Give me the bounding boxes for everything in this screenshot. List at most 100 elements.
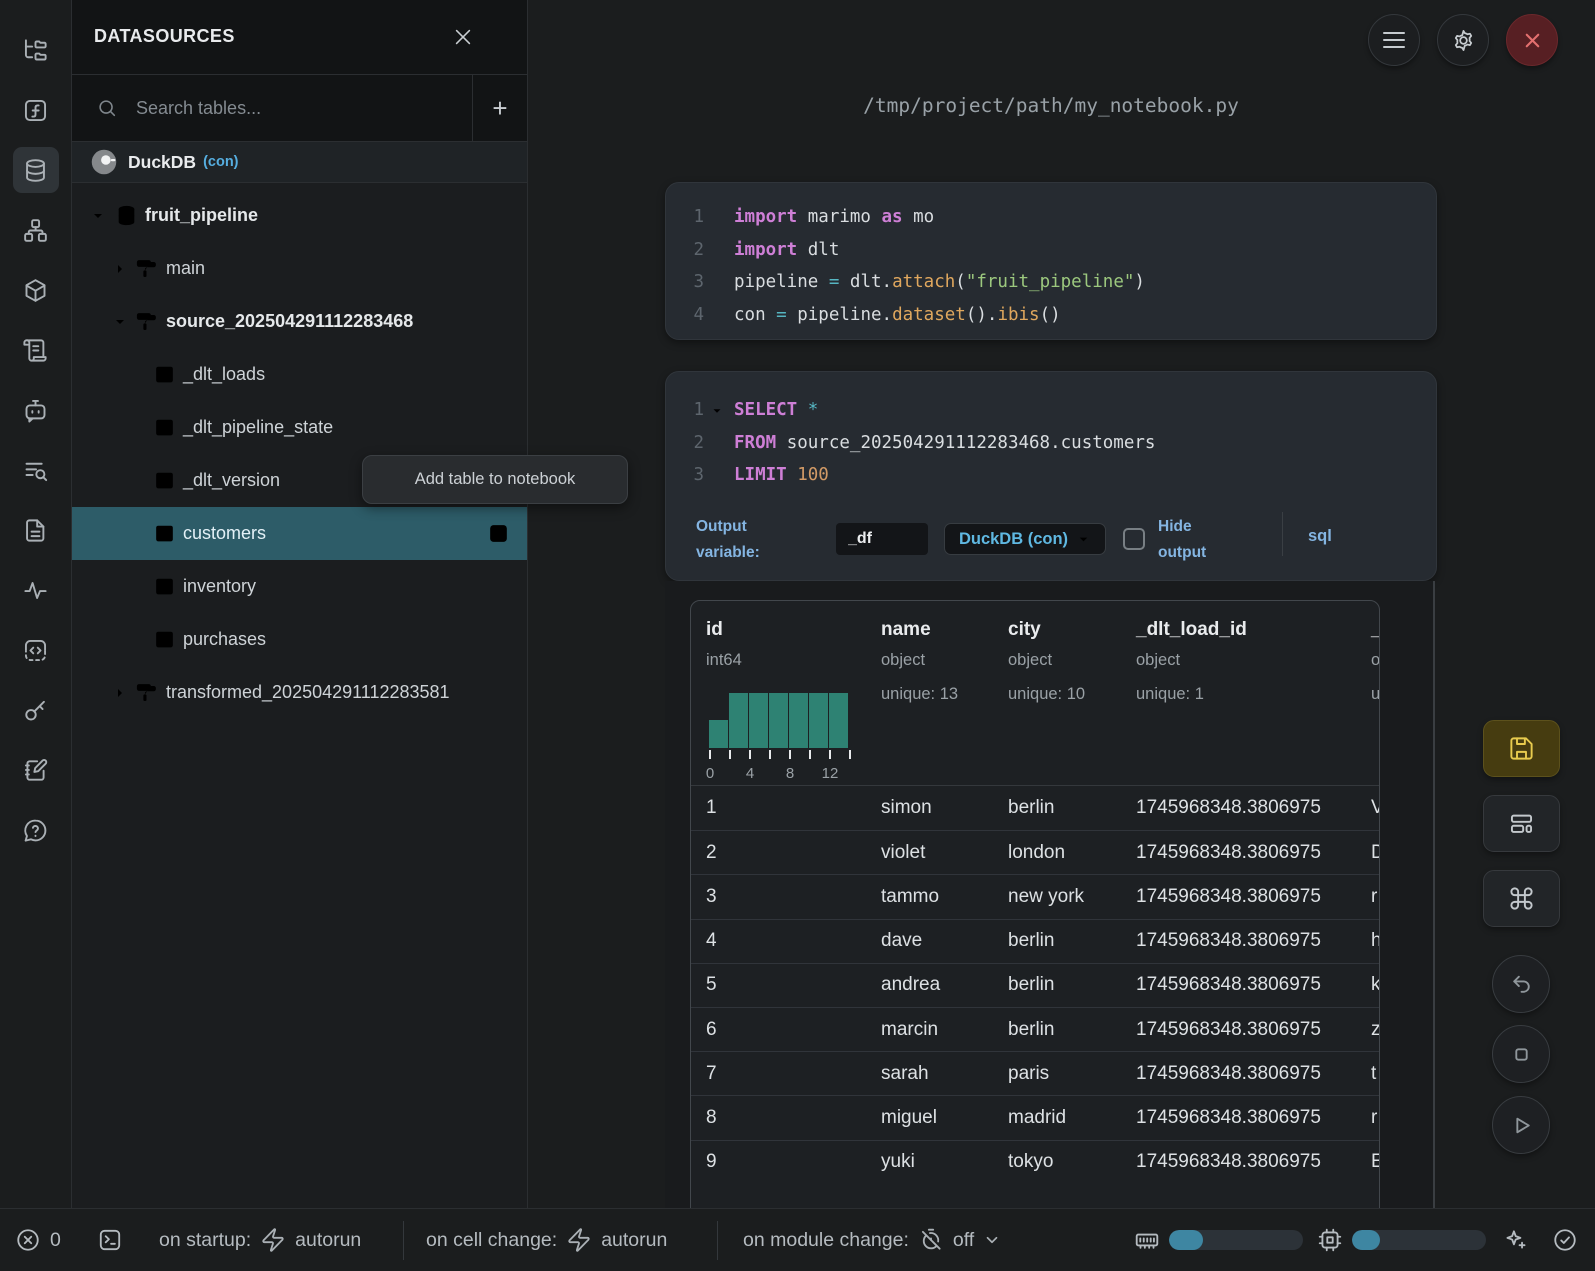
table-row[interactable]: 9yukitokyo1745968348.3806975E [691, 1140, 1379, 1184]
settings-button[interactable] [1437, 14, 1489, 66]
connection-status-button[interactable] [1552, 1227, 1578, 1253]
table-cell: k [1371, 974, 1380, 996]
timer-off-icon [918, 1227, 944, 1253]
hide-output-label[interactable]: Hide output [1158, 514, 1206, 566]
zap-icon [260, 1227, 286, 1253]
table-row[interactable]: 2violetlondon1745968348.3806975D [691, 830, 1379, 874]
menu-button[interactable] [1368, 14, 1420, 66]
table-row[interactable]: 8miguelmadrid1745968348.3806975r [691, 1095, 1379, 1139]
activity-item-square-code[interactable] [13, 627, 59, 673]
tree-item-fruit_pipeline[interactable]: fruit_pipeline [72, 189, 527, 242]
table-cell: tammo [881, 886, 1008, 908]
table-icon [152, 574, 177, 599]
save-button[interactable] [1483, 720, 1560, 777]
column-header-city[interactable]: cityobjectunique: 10 [1008, 601, 1136, 785]
run-button[interactable] [1492, 1096, 1550, 1154]
close-panel-icon[interactable] [452, 26, 474, 48]
activity-item-bot-message[interactable] [13, 387, 59, 433]
activity-item-file-text[interactable] [13, 507, 59, 553]
sql-cell[interactable]: 1SELECT *2FROM source_202504291112283468… [665, 371, 1437, 581]
save-icon [1508, 735, 1535, 762]
activity-item-message-question[interactable] [13, 807, 59, 853]
table-row[interactable]: 1simonberlin1745968348.3806975V [691, 786, 1379, 830]
column-header-_[interactable]: _ou [1371, 601, 1380, 785]
table-icon [152, 415, 177, 440]
zap-icon [566, 1227, 592, 1253]
table-row[interactable]: 4daveberlin1745968348.3806975h [691, 919, 1379, 963]
stop-icon [1509, 1042, 1534, 1067]
on-module-change-setting[interactable]: on module change: off [743, 1227, 1001, 1253]
connection-row[interactable]: DuckDB (con) [72, 142, 527, 183]
output-variable-input[interactable] [836, 523, 928, 555]
activity-item-network[interactable] [13, 207, 59, 253]
notebook-pen-icon [22, 757, 49, 784]
file-text-icon [22, 517, 49, 544]
activity-item-activity[interactable] [13, 567, 59, 613]
table-cell: 1745968348.3806975 [1136, 886, 1371, 908]
fold-chevron-icon[interactable] [710, 404, 724, 418]
app-view-button[interactable] [1483, 795, 1560, 852]
terminal-button[interactable] [97, 1227, 123, 1253]
code-text: pipeline = dlt.attach("fruit_pipeline") [734, 272, 1145, 292]
activity-item-key[interactable] [13, 687, 59, 733]
cpu-icon [1317, 1227, 1343, 1253]
tree-item-transformed_202504291112283581[interactable]: transformed_202504291112283581 [72, 666, 527, 719]
table-row[interactable]: 5andreaberlin1745968348.3806975k [691, 963, 1379, 1007]
activity-item-text-search[interactable] [13, 447, 59, 493]
table-row[interactable]: 6marcinberlin1745968348.3806975z [691, 1007, 1379, 1051]
column-header-name[interactable]: nameobjectunique: 13 [881, 601, 1008, 785]
table-cell: 1745968348.3806975 [1136, 930, 1371, 952]
tree-item-_dlt_loads[interactable]: _dlt_loads [72, 348, 527, 401]
controls-divider [1282, 512, 1283, 556]
search-input[interactable] [136, 91, 466, 125]
undo-button[interactable] [1492, 955, 1550, 1013]
activity-item-database[interactable] [13, 147, 59, 193]
python-cell[interactable]: 1import marimo as mo2import dlt3pipeline… [665, 182, 1437, 340]
table-cell: new york [1008, 886, 1136, 908]
code-line: 4con = pipeline.dataset().ibis() [666, 299, 1436, 332]
tree-item-purchases[interactable]: purchases [72, 613, 527, 666]
circle-x-icon [15, 1227, 41, 1253]
scroll-text-icon [22, 337, 49, 364]
tree-item-main[interactable]: main [72, 242, 527, 295]
activity-item-box[interactable] [13, 267, 59, 313]
activity-item-scroll-text[interactable] [13, 327, 59, 373]
column-header-id[interactable]: idint6404812 [691, 601, 881, 785]
error-counter[interactable]: 0 [15, 1227, 61, 1253]
command-palette-button[interactable] [1483, 870, 1560, 927]
activity-item-function-square[interactable] [13, 87, 59, 133]
chevron-down-icon[interactable] [90, 208, 106, 224]
add-datasource-button[interactable]: + [472, 75, 527, 142]
status-divider [403, 1221, 404, 1260]
tree-item-inventory[interactable]: inventory [72, 560, 527, 613]
activity-item-notebook-pen[interactable] [13, 747, 59, 793]
code-line: 1import marimo as mo [666, 201, 1436, 234]
line-number: 3 [666, 465, 704, 485]
engine-select[interactable]: DuckDB (con) [944, 523, 1106, 555]
add-table-to-notebook-button[interactable] [486, 521, 511, 546]
chevron-right-icon[interactable] [112, 261, 128, 277]
table-cell: madrid [1008, 1107, 1136, 1129]
table-cell: r [1371, 1107, 1380, 1129]
chevron-down-icon[interactable] [112, 314, 128, 330]
chevron-right-icon[interactable] [112, 685, 128, 701]
result-table[interactable]: idint6404812nameobjectunique: 13cityobje… [690, 600, 1380, 1208]
error-count: 0 [50, 1229, 61, 1252]
shutdown-button[interactable] [1506, 14, 1558, 66]
tree-item-label: inventory [183, 576, 256, 597]
table-row[interactable]: 3tammonew york1745968348.3806975r [691, 874, 1379, 918]
table-row[interactable]: 7sarahparis1745968348.3806975t [691, 1051, 1379, 1095]
schema-icon [134, 680, 159, 705]
hide-output-checkbox[interactable] [1123, 528, 1145, 550]
ai-assist-button[interactable] [1502, 1227, 1528, 1253]
tree-item-customers[interactable]: customers [72, 507, 527, 560]
activity-item-folder-tree[interactable] [13, 27, 59, 73]
on-cell-change-setting[interactable]: on cell change: autorun [426, 1227, 667, 1253]
on-startup-setting[interactable]: on startup: autorun [159, 1227, 361, 1253]
code-line: 2FROM source_202504291112283468.customer… [666, 427, 1436, 460]
tree-item-_dlt_pipeline_state[interactable]: _dlt_pipeline_state [72, 401, 527, 454]
tree-item-source_202504291112283468[interactable]: source_202504291112283468 [72, 295, 527, 348]
column-header-_dlt_load_id[interactable]: _dlt_load_idobjectunique: 1 [1136, 601, 1371, 785]
interrupt-button[interactable] [1492, 1025, 1550, 1083]
table-cell: andrea [881, 974, 1008, 996]
